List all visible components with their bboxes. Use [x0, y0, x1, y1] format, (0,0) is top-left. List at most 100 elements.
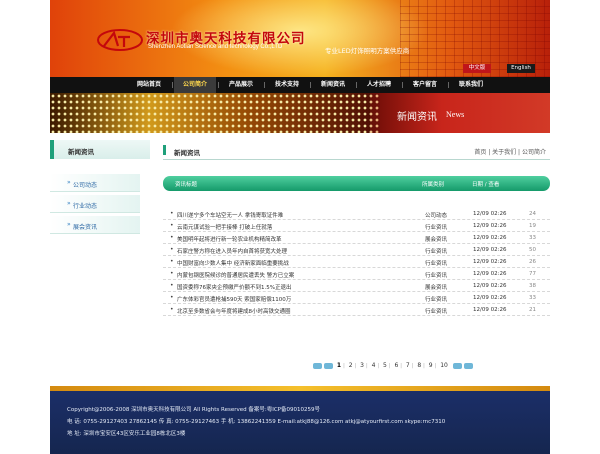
page-link[interactable]: 3 — [360, 362, 364, 369]
news-views: 21 — [529, 307, 536, 313]
page-separator: | — [388, 362, 391, 369]
news-views: 33 — [529, 235, 536, 241]
title-marker — [163, 145, 166, 155]
sidebar-item-company-news[interactable]: » 公司动态 — [50, 174, 140, 192]
news-title-link[interactable]: 国资委称76家央企预缴严价额不到1.5%正退出 — [177, 283, 291, 291]
footer-stripe — [50, 386, 550, 391]
nav-item-guestbook[interactable]: 客户留言 — [404, 77, 446, 93]
nav-separator — [356, 82, 357, 88]
company-logo[interactable] — [96, 28, 144, 52]
nav-item-news[interactable]: 新闻资讯 — [312, 77, 354, 93]
sidebar-heading-label: 新闻资讯 — [68, 148, 94, 156]
main-content: 新闻资讯 首页 | 关于我们 | 公司简介 资讯标题 所属类别 日期 / 查看 … — [163, 140, 550, 369]
page-link-current[interactable]: 1 — [337, 362, 341, 369]
page-link[interactable]: 5 — [383, 362, 387, 369]
table-row[interactable]: • 内蒙包钢医院候诊的普通居民遭丢失 警方已立案 行业资讯 12/09 02:2… — [163, 268, 550, 280]
footer: Copyright@2006-2008 深圳市奥天科技有限公司 All Righ… — [50, 386, 550, 454]
news-title-link[interactable]: 云南元谋试验一把手接棒 打破上任就落 — [177, 223, 272, 231]
nav-item-support[interactable]: 技术支持 — [266, 77, 308, 93]
next-page-button[interactable] — [452, 362, 462, 369]
prev-page-button[interactable] — [324, 362, 333, 369]
breadcrumb[interactable]: 首页 | 关于我们 | 公司简介 — [474, 147, 546, 156]
page-link[interactable]: 2 — [349, 362, 353, 369]
page-link[interactable]: 4 — [372, 362, 376, 369]
news-category: 行业资讯 — [425, 225, 448, 231]
news-category: 行业资讯 — [425, 249, 448, 255]
sidebar-item-label: 行业动态 — [73, 203, 98, 210]
news-category: 行业资讯 — [425, 273, 448, 279]
header-slogan: 专业LED灯饰照明方案供应商 — [325, 47, 410, 55]
news-views: 24 — [529, 211, 536, 217]
sidebar-heading: 新闻资讯 — [50, 140, 150, 159]
column-header-category: 所属类别 — [422, 182, 445, 188]
news-date: 12/09 02:26 — [473, 283, 507, 289]
news-date: 12/09 02:26 — [473, 211, 507, 217]
nav-separator — [310, 82, 311, 88]
news-title-link[interactable]: 石家庄警方称在进入员年内自首将获宽大处理 — [177, 247, 287, 255]
bullet-icon: • — [170, 282, 174, 289]
news-date: 12/09 02:26 — [473, 271, 507, 277]
news-table-header: 资讯标题 所属类别 日期 / 查看 — [163, 176, 550, 191]
nav-separator — [448, 82, 449, 88]
bullet-icon: • — [170, 270, 174, 277]
bullet-icon: • — [170, 294, 174, 301]
banner-title: 新闻资讯 — [397, 112, 437, 123]
footer-contact: 电 话: 0755-29127403 27862145 传 真: 0755-29… — [67, 419, 446, 425]
table-row[interactable]: • 北京至多数省会与年度将建成8小时高铁交通圈 行业资讯 12/09 02:26… — [163, 304, 550, 316]
news-title-link[interactable]: 北京至多数省会与年度将建成8小时高铁交通圈 — [177, 307, 291, 315]
main-nav: 网站首页 公司简介 产品展示 技术支持 新闻资讯 人才招聘 客户留言 联系我们 — [50, 77, 550, 93]
nav-item-home[interactable]: 网站首页 — [128, 77, 170, 93]
nav-item-about[interactable]: 公司简介 — [174, 77, 216, 93]
news-title-link[interactable]: 美国明年起将进行新一轮农业机构精简改革 — [177, 235, 282, 243]
news-date: 12/09 02:26 — [473, 295, 507, 301]
page-link[interactable]: 10 — [440, 362, 448, 369]
table-row[interactable]: • 四川遂宁多个车站空无一人 拿钱寄取证件难 公司动态 12/09 02:26 … — [163, 208, 550, 220]
news-views: 26 — [529, 259, 536, 265]
table-row[interactable]: • 国资委称76家央企预缴严价额不到1.5%正退出 展会资讯 12/09 02:… — [163, 280, 550, 292]
news-title-link[interactable]: 四川遂宁多个车站空无一人 拿钱寄取证件难 — [177, 211, 283, 219]
table-row[interactable]: • 美国明年起将进行新一轮农业机构精简改革 展会资讯 12/09 02:26 3… — [163, 232, 550, 244]
table-row[interactable]: • 广东体彩官员遭枪捕590天 索国家赔偿1100万 行业资讯 12/09 02… — [163, 292, 550, 304]
news-title-link[interactable]: 广东体彩官员遭枪捕590天 索国家赔偿1100万 — [177, 295, 291, 303]
news-title-link[interactable]: 中国财富向少数人集中 经济新家面临重要挑战 — [177, 259, 289, 267]
page-link[interactable]: 6 — [394, 362, 398, 369]
pagination: 1 | 2 | 3 | 4 | 5 | 6 | 7 | 8 | 9 | 10 — [313, 362, 475, 372]
first-page-button[interactable] — [313, 362, 322, 369]
lang-cn-button[interactable]: 中文版 — [463, 64, 491, 73]
lang-en-button[interactable]: English — [507, 64, 535, 73]
nav-item-jobs[interactable]: 人才招聘 — [358, 77, 400, 93]
page-banner: 新闻资讯 News — [50, 93, 550, 133]
page-link[interactable]: 8 — [417, 362, 421, 369]
bullet-icon: • — [170, 246, 174, 253]
news-title-link[interactable]: 内蒙包钢医院候诊的普通居民遭丢失 警方已立案 — [177, 271, 294, 279]
page-separator: | — [411, 362, 414, 369]
page-separator: | — [423, 362, 425, 369]
page-link[interactable]: 9 — [429, 362, 433, 369]
sidebar-item-industry-news[interactable]: » 行业动态 — [50, 195, 140, 213]
news-category: 行业资讯 — [425, 261, 448, 267]
table-row[interactable]: • 云南元谋试验一把手接棒 打破上任就落 行业资讯 12/09 02:26 19 — [163, 220, 550, 232]
chevron-right-icon: » — [67, 200, 71, 207]
nav-item-contact[interactable]: 联系我们 — [450, 77, 492, 93]
news-date: 12/09 02:26 — [473, 307, 507, 313]
chevron-right-icon: » — [67, 221, 71, 228]
column-header-date: 日期 / 查看 — [472, 182, 500, 188]
news-date: 12/09 02:26 — [473, 223, 507, 229]
column-header-title: 资讯标题 — [175, 182, 198, 188]
banner-title-en: News — [446, 110, 465, 119]
table-row[interactable]: • 石家庄警方称在进入员年内自首将获宽大处理 行业资讯 12/09 02:26 … — [163, 244, 550, 256]
page-separator: | — [434, 362, 437, 369]
bullet-icon: • — [170, 210, 174, 217]
page-link[interactable]: 7 — [406, 362, 410, 369]
page-separator: | — [354, 362, 357, 369]
news-date: 12/09 02:26 — [473, 259, 507, 265]
sidebar-item-label: 公司动态 — [73, 182, 98, 189]
company-name-en: Shenzhen Aotian Science and technology C… — [148, 44, 283, 50]
page-separator: | — [377, 362, 380, 369]
sidebar-item-exhibition-news[interactable]: » 展会资讯 — [50, 216, 140, 234]
bullet-icon: • — [170, 222, 174, 229]
table-row[interactable]: • 中国财富向少数人集中 经济新家面临重要挑战 行业资讯 12/09 02:26… — [163, 256, 550, 268]
last-page-button[interactable] — [463, 362, 473, 369]
nav-item-products[interactable]: 产品展示 — [220, 77, 262, 93]
